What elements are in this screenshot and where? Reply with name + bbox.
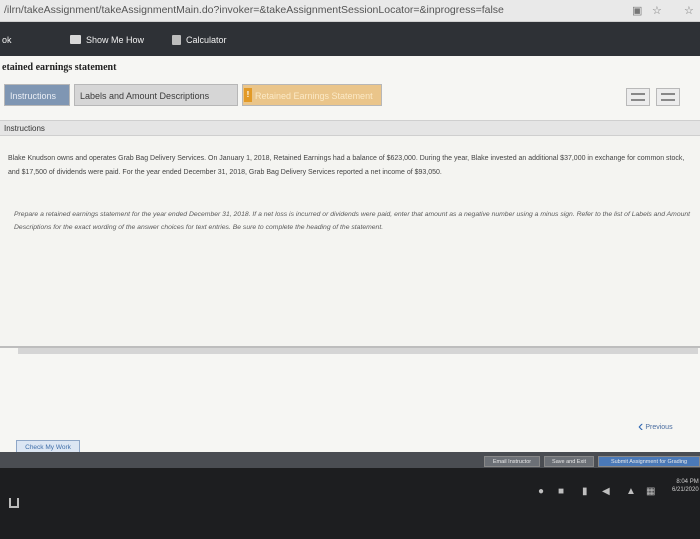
app-toolbar: ok Show Me How Calculator [0, 22, 700, 56]
show-me-how-button[interactable]: Show Me How [86, 35, 144, 45]
volume-icon[interactable]: ◀ [602, 486, 610, 497]
instructions-header: Instructions [0, 120, 700, 136]
print-icon[interactable] [626, 88, 650, 106]
warning-icon: ! [244, 88, 252, 102]
keyboard-icon[interactable]: ▦ [646, 486, 655, 497]
previous-label: Previous [645, 424, 673, 431]
footer-actions: Email Instructor Save and Exit Submit As… [0, 452, 700, 468]
tab-retained-earnings-label: Retained Earnings Statement [255, 91, 373, 101]
address-url[interactable]: /ilrn/takeAssignment/takeAssignmentMain.… [4, 4, 504, 16]
directions-paragraph: Prepare a retained earnings statement fo… [14, 211, 691, 231]
calculator-button[interactable]: Calculator [186, 35, 227, 45]
tab-labels-and-amount-descriptions[interactable]: Labels and Amount Descriptions [74, 84, 238, 106]
scroll-band [18, 348, 698, 354]
video-camera-icon[interactable]: ■ [558, 486, 564, 497]
os-taskbar: ● ■ ▮ ◀ ▲ ▦ 8:04 PM 6/21/2020 [0, 468, 700, 539]
instructions-panel: Blake Knudson owns and operates Grab Bag… [0, 136, 700, 354]
save-and-exit-button[interactable]: Save and Exit [544, 456, 594, 467]
tab-retained-earnings-statement[interactable]: ! Retained Earnings Statement [242, 84, 382, 106]
battery-icon[interactable]: ▮ [582, 486, 588, 497]
system-clock[interactable]: 8:04 PM 6/21/2020 [672, 478, 699, 494]
bookmark-star-icon[interactable]: ☆ [652, 4, 662, 17]
browser-address-bar: /ilrn/takeAssignment/takeAssignmentMain.… [0, 0, 700, 22]
instructions-header-label: Instructions [4, 124, 45, 133]
submit-assignment-button[interactable]: Submit Assignment for Grading [598, 456, 700, 467]
previous-button[interactable]: ‹ Previous [638, 418, 688, 436]
network-icon[interactable]: ▲ [626, 486, 636, 497]
tab-instructions[interactable]: Instructions [4, 84, 70, 106]
page-title: etained earnings statement [2, 62, 117, 73]
chrome-icon[interactable]: ● [538, 486, 544, 497]
trash-icon[interactable] [9, 498, 19, 508]
calculator-icon [172, 35, 181, 45]
email-instructor-button[interactable]: Email Instructor [484, 456, 540, 467]
grid-icon[interactable] [656, 88, 680, 106]
bookmarks-icon[interactable]: ☆ [684, 4, 694, 17]
main-content: etained earnings statement Instructions … [0, 56, 700, 466]
toolbar-ok[interactable]: ok [2, 35, 12, 45]
chevron-left-icon: ‹ [638, 418, 644, 436]
problem-paragraph: Blake Knudson owns and operates Grab Bag… [8, 155, 685, 176]
clock-time: 8:04 PM [676, 479, 699, 485]
clock-date: 6/21/2020 [672, 487, 699, 493]
video-icon [70, 35, 81, 44]
extension-icon[interactable]: ▣ [632, 4, 642, 17]
screenshot: /ilrn/takeAssignment/takeAssignmentMain.… [0, 0, 700, 539]
